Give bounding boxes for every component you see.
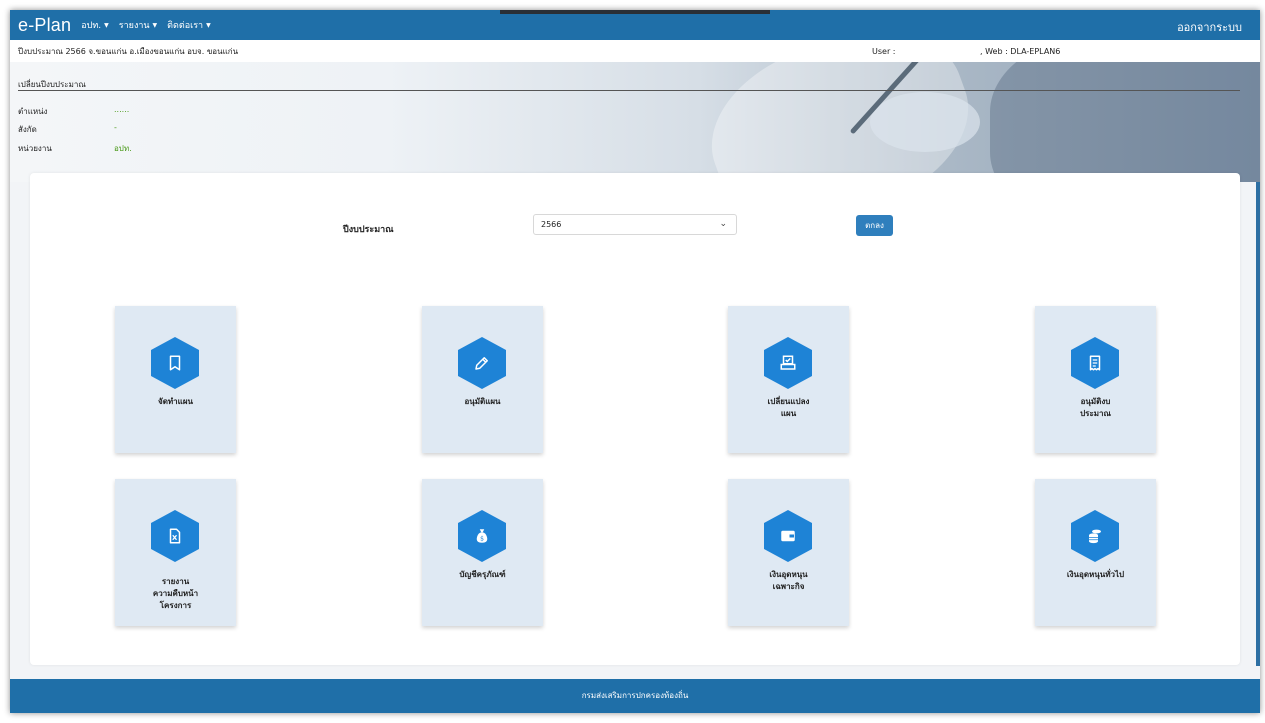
chevron-down-icon: ⌄ [719, 219, 727, 229]
printer-check-icon [780, 355, 796, 370]
hex-badge [764, 337, 812, 389]
hero-decoration [990, 62, 1260, 182]
position-row: ตำแหน่ง ...... [18, 105, 129, 118]
fiscal-year-select[interactable]: 2566 ⌄ [533, 214, 737, 235]
hex-badge [151, 337, 199, 389]
info-bar: ปีงบประมาณ 2566 จ.ขอนแก่น อ.เมืองขอนแก่น… [10, 40, 1260, 62]
card-label: อนุมัติงบ ประมาณ [1080, 397, 1111, 418]
divider [18, 90, 1240, 91]
card-label: จัดทำแผน [158, 397, 193, 406]
card-approve-plan[interactable]: อนุมัติแผน [422, 306, 543, 453]
unit-row: หน่วยงาน อปท. [18, 142, 132, 155]
menu-report-label: รายงาน [118, 21, 150, 31]
card-approve-budget[interactable]: อนุมัติงบ ประมาณ [1035, 306, 1156, 453]
caret-down-icon: ▼ [206, 21, 211, 29]
card-label: รายงาน ความคืบหน้า โครงการ [152, 577, 199, 610]
card-progress-report[interactable]: รายงาน ความคืบหน้า โครงการ [115, 479, 236, 626]
affiliation-label: สังกัด [18, 125, 37, 134]
excel-file-icon [169, 528, 181, 544]
card-label: เปลี่ยนแปลง แผน [767, 397, 810, 418]
card-label: เงินอุดหนุนทั่วไป [1066, 570, 1125, 579]
bookmark-icon [169, 355, 181, 371]
wallet-icon [781, 530, 795, 542]
pencil-icon [475, 357, 488, 370]
card-asset-account[interactable]: $ บัญชีครุภัณฑ์ [422, 479, 543, 626]
svg-text:$: $ [480, 536, 484, 543]
card-make-plan[interactable]: จัดทำแผน [115, 306, 236, 453]
page-scrollbar[interactable] [1256, 182, 1260, 666]
card-general-subsidy[interactable]: เงินอุดหนุนทั่วไป [1035, 479, 1156, 626]
card-specific-subsidy[interactable]: เงินอุดหนุน เฉพาะกิจ [728, 479, 849, 626]
menu-contact-label: ติดต่อเรา [167, 21, 204, 31]
hex-badge [764, 510, 812, 562]
user-label: User : [872, 47, 896, 56]
footer: กรมส่งเสริมการปกครองท้องถิ่น [10, 679, 1260, 713]
main-panel: ปีงบประมาณ 2566 ⌄ ตกลง จัดทำแผน อนุมัติแ… [30, 173, 1240, 665]
hex-badge [1071, 337, 1119, 389]
hex-badge [458, 337, 506, 389]
top-overlay-bar [500, 10, 770, 14]
location-text: ปีงบประมาณ 2566 จ.ขอนแก่น อ.เมืองขอนแก่น… [18, 46, 239, 56]
money-bag-icon: $ [476, 529, 488, 543]
hero-decoration [870, 92, 980, 152]
menu-contact[interactable]: ติดต่อเรา ▼ [167, 18, 211, 32]
top-navbar: e-Plan อปท. ▼ รายงาน ▼ ติดต่อเรา ▼ ออกจา… [10, 10, 1260, 40]
menu-opt-label: อปท. [81, 21, 102, 31]
app-window: e-Plan อปท. ▼ รายงาน ▼ ติดต่อเรา ▼ ออกจา… [10, 10, 1260, 713]
brand-logo[interactable]: e-Plan [18, 15, 71, 36]
fiscal-year-label: ปีงบประมาณ [343, 225, 394, 235]
card-change-plan[interactable]: เปลี่ยนแปลง แผน [728, 306, 849, 453]
web-label: , Web : DLA-EPLAN6 [980, 47, 1061, 56]
coins-icon [1089, 529, 1101, 544]
position-label: ตำแหน่ง [18, 107, 48, 116]
receipt-icon [1089, 355, 1101, 371]
affiliation-row: สังกัด - [18, 123, 117, 136]
menu-opt[interactable]: อปท. ▼ [81, 18, 109, 32]
caret-down-icon: ▼ [104, 21, 109, 29]
card-label: บัญชีครุภัณฑ์ [459, 570, 506, 579]
caret-down-icon: ▼ [152, 21, 158, 29]
unit-value: อปท. [114, 144, 132, 153]
ok-button[interactable]: ตกลง [856, 215, 893, 236]
fiscal-year-value: 2566 [541, 220, 562, 229]
menu-report[interactable]: รายงาน ▼ [119, 18, 157, 32]
hex-badge [151, 510, 199, 562]
card-label: เงินอุดหนุน เฉพาะกิจ [769, 570, 808, 591]
logout-link[interactable]: ออกจากระบบ [1177, 18, 1242, 36]
unit-label: หน่วยงาน [18, 144, 52, 153]
hero-banner: เปลี่ยนปีงบประมาณ ตำแหน่ง ...... สังกัด … [10, 62, 1260, 182]
position-value: ...... [114, 105, 130, 114]
affiliation-value: - [114, 123, 117, 132]
hex-badge: $ [458, 510, 506, 562]
hex-badge [1071, 510, 1119, 562]
card-label: อนุมัติแผน [464, 397, 501, 406]
